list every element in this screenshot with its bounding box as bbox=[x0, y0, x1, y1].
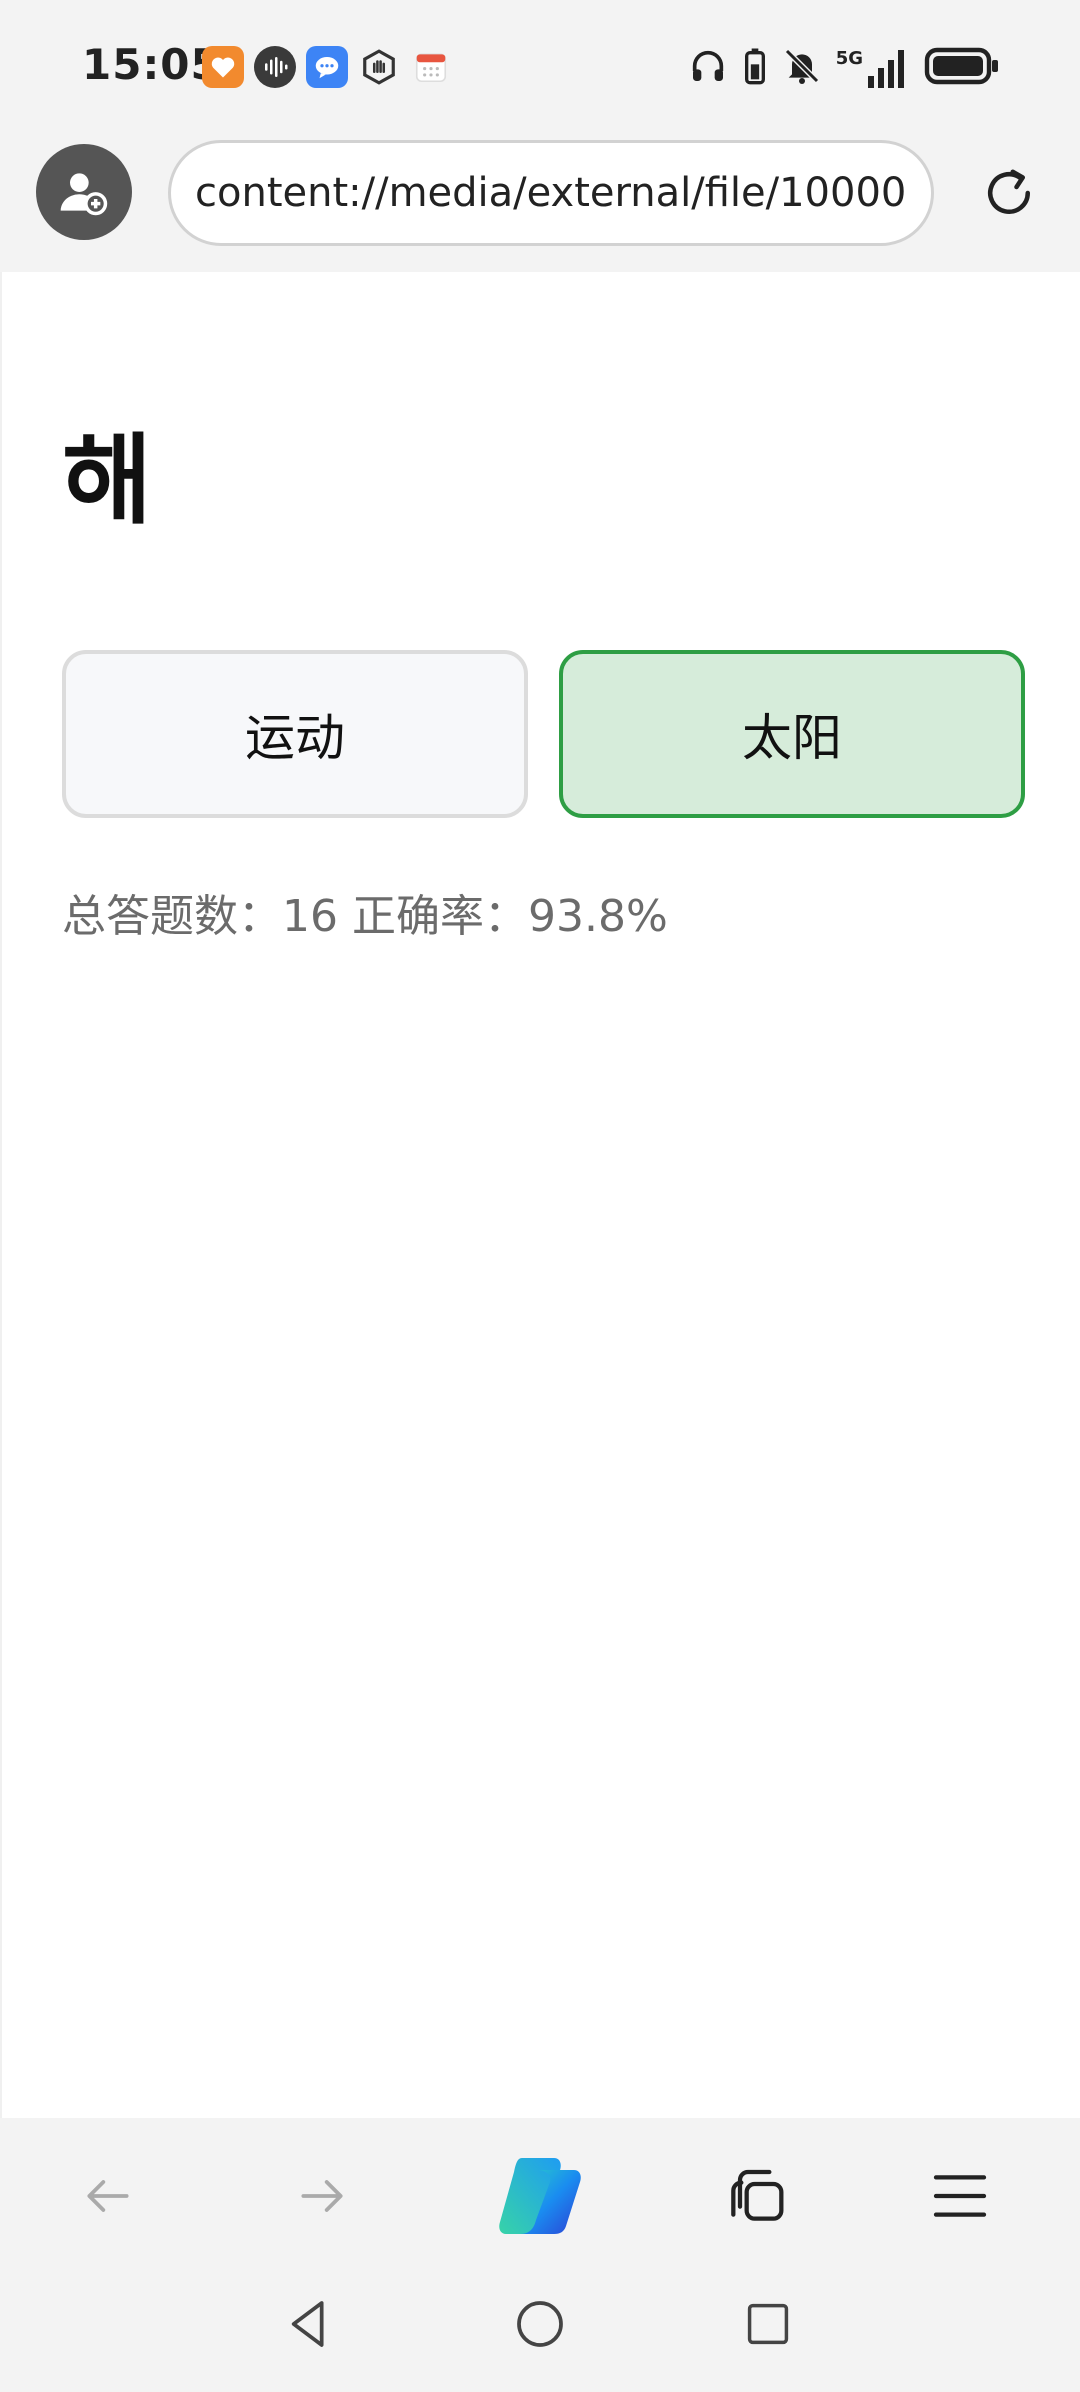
accuracy: 正确率：93.8% bbox=[352, 880, 668, 944]
nav-recents-button[interactable] bbox=[736, 2292, 800, 2356]
browser-bottom-bar bbox=[0, 2118, 1080, 2276]
profile-avatar[interactable] bbox=[36, 144, 132, 240]
hand-hexagon-app-icon bbox=[358, 46, 400, 88]
bell-muted-icon bbox=[782, 46, 822, 90]
network-label: 5G bbox=[835, 48, 863, 69]
total-answered: 总答题数：16 bbox=[62, 880, 338, 944]
battery-saver-icon bbox=[742, 46, 768, 90]
chat-bubble-app-icon bbox=[306, 46, 348, 88]
total-value: 16 bbox=[282, 891, 338, 942]
back-arrow-icon bbox=[87, 2180, 129, 2212]
tabs-button[interactable] bbox=[716, 2156, 796, 2236]
url-bar[interactable]: content://media/external/file/1000033 bbox=[168, 140, 934, 246]
answer-option-2-correct[interactable]: 太阳 bbox=[559, 650, 1025, 818]
menu-icon bbox=[933, 2175, 987, 2217]
question-word: 해 bbox=[62, 424, 153, 538]
calendar-app-icon bbox=[410, 46, 452, 88]
nav-home-icon bbox=[517, 2301, 563, 2347]
nav-back-icon bbox=[291, 2301, 324, 2347]
page-content: 해 运动 太阳 总答题数：16 正确率：93.8% bbox=[0, 272, 1080, 2118]
nav-back-button[interactable] bbox=[278, 2292, 342, 2356]
notification-icons bbox=[202, 46, 452, 88]
system-navigation-bar bbox=[0, 2276, 1080, 2392]
reload-icon bbox=[988, 169, 1030, 214]
copilot-icon bbox=[499, 2158, 581, 2234]
total-label: 总答题数： bbox=[62, 891, 282, 942]
nav-recents-icon bbox=[747, 2303, 789, 2345]
tabs-icon bbox=[731, 2169, 784, 2221]
forward-arrow-icon bbox=[301, 2180, 343, 2212]
answer-option-1[interactable]: 运动 bbox=[62, 650, 528, 818]
heart-app-icon bbox=[202, 46, 244, 88]
status-time: 15:05 bbox=[82, 40, 221, 89]
add-user-icon bbox=[60, 173, 108, 216]
accuracy-label: 正确率： bbox=[352, 891, 528, 942]
reload-button[interactable] bbox=[976, 160, 1042, 226]
waveform-app-icon bbox=[254, 46, 296, 88]
headphones-icon bbox=[688, 46, 728, 90]
quiz-stats: 总答题数：16 正确率：93.8% bbox=[62, 880, 668, 944]
copilot-button[interactable] bbox=[492, 2148, 588, 2244]
back-button[interactable] bbox=[68, 2156, 148, 2236]
system-status-icons: 5G bbox=[688, 46, 1000, 90]
accuracy-value: 93.8% bbox=[528, 891, 668, 942]
forward-button[interactable] bbox=[282, 2156, 362, 2236]
battery-icon bbox=[924, 46, 1000, 90]
browser-toolbar: content://media/external/file/1000033 bbox=[0, 130, 1080, 272]
status-bar: 15:05 5G bbox=[0, 0, 1080, 130]
menu-button[interactable] bbox=[920, 2156, 1000, 2236]
screen: 15:05 5G content://media/external/file/1… bbox=[0, 0, 1080, 2392]
signal-5g-icon: 5G bbox=[836, 48, 910, 88]
url-text: content://media/external/file/1000033 bbox=[195, 170, 907, 216]
nav-home-button[interactable] bbox=[508, 2292, 572, 2356]
